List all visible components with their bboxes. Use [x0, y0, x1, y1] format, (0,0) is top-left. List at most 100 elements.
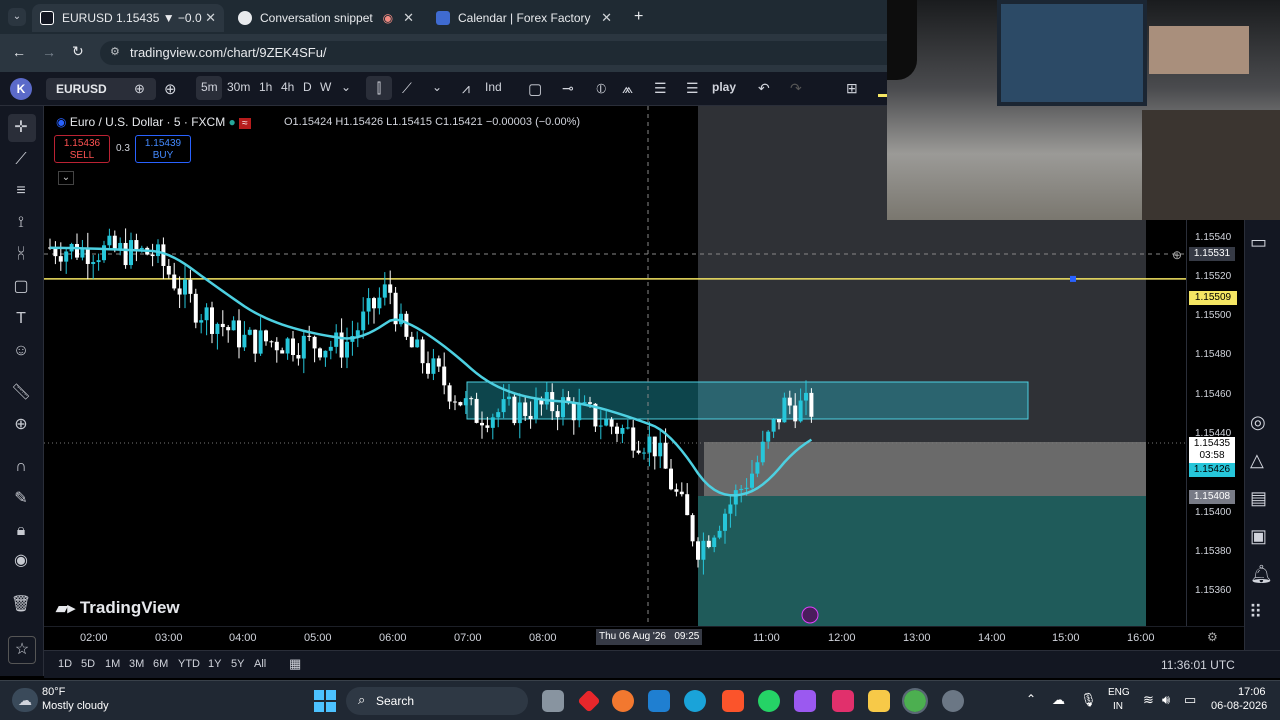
interval-w[interactable]: W: [320, 80, 331, 94]
pattern-tool-icon[interactable]: ⟟: [10, 212, 32, 234]
goto-date-icon[interactable]: ▦: [289, 656, 301, 672]
app-purple-icon[interactable]: [794, 690, 816, 712]
add-symbol-icon[interactable]: ⊕: [164, 80, 177, 98]
language-indicator[interactable]: ENG: [1108, 687, 1130, 698]
tab-eurusd[interactable]: EURUSD 1.15435 ▼ −0.08% Un ✕: [32, 4, 224, 32]
forward-button[interactable]: →: [42, 44, 56, 60]
sell-button[interactable]: 1.15436 SELL: [54, 135, 110, 163]
range-1d[interactable]: 1D: [58, 658, 72, 670]
tray-chevron-icon[interactable]: ⌃: [1026, 692, 1036, 706]
range-5d[interactable]: 5D: [81, 658, 95, 670]
trash-icon[interactable]: 🗑︎: [10, 594, 32, 616]
zoom-icon[interactable]: ⊕: [10, 414, 32, 436]
range-5y[interactable]: 5Y: [231, 658, 244, 670]
reload-button[interactable]: ↻: [72, 43, 84, 60]
replay-button[interactable]: play: [712, 80, 736, 94]
buy-button[interactable]: 1.15439 BUY: [135, 135, 191, 163]
url-field[interactable]: tradingview.com/chart/9ZEK4SFu/: [100, 41, 900, 65]
tab-calendar[interactable]: Calendar | Forex Factory ✕: [428, 4, 620, 32]
tab-list-button[interactable]: ⌄: [8, 8, 26, 26]
shapes-icon[interactable]: ▢: [10, 276, 32, 298]
weather-temp[interactable]: 80°F: [42, 686, 65, 698]
chevron-down-icon[interactable]: ⌄: [341, 80, 351, 94]
chevron-down-icon[interactable]: ⌄: [432, 80, 442, 94]
interval-d[interactable]: D: [303, 80, 312, 94]
region-indicator[interactable]: IN: [1113, 701, 1123, 712]
undo-icon[interactable]: ↶: [758, 80, 770, 97]
range-3m[interactable]: 3M: [129, 658, 144, 670]
draw-lock-icon[interactable]: ✎: [10, 488, 32, 510]
weather-desc[interactable]: Mostly cloudy: [42, 700, 109, 712]
forecast-icon[interactable]: ⩆: [10, 244, 32, 266]
interval-5m[interactable]: 5m: [201, 80, 218, 94]
settings-lines-icon[interactable]: ☰: [654, 80, 667, 97]
apps-grid-icon[interactable]: ⠿: [1249, 602, 1262, 623]
lock-icon[interactable]: 🔒︎: [10, 520, 32, 542]
favorites-star-icon[interactable]: ☆: [8, 636, 36, 664]
site-info-icon[interactable]: ⚙: [110, 45, 120, 58]
avatar[interactable]: K: [10, 78, 32, 100]
indicators-button[interactable]: Ind: [485, 80, 502, 94]
trendline-icon[interactable]: ⟋: [10, 149, 32, 171]
app-grey-icon[interactable]: [942, 690, 964, 712]
candles-icon[interactable]: ⫿: [366, 76, 392, 100]
task-view-icon[interactable]: [542, 690, 564, 712]
close-icon[interactable]: ✕: [601, 10, 612, 26]
news-icon[interactable]: ▣: [1250, 526, 1267, 547]
vertical-line-icon[interactable]: ⦶: [596, 80, 606, 97]
onedrive-icon[interactable]: ☁: [1052, 692, 1065, 708]
crosshair-icon[interactable]: ✛: [10, 117, 32, 139]
replay-icon[interactable]: ☰: [686, 80, 699, 97]
windows-start-icon[interactable]: [314, 690, 336, 712]
collapse-legend-icon[interactable]: ⌄: [58, 171, 74, 185]
pattern-icon[interactable]: ⩕: [622, 80, 633, 97]
layout-icon[interactable]: ⊞: [846, 80, 858, 97]
range-all[interactable]: All: [254, 658, 266, 670]
line-chart-icon[interactable]: ⟋: [402, 80, 412, 97]
fib-icon[interactable]: ≡: [10, 180, 32, 202]
rectangle-tool-icon[interactable]: ▢: [528, 80, 542, 98]
folder-icon[interactable]: [868, 690, 890, 712]
redo-icon[interactable]: ↷: [790, 80, 802, 97]
vscode-icon[interactable]: [648, 690, 670, 712]
battery-icon[interactable]: ▭: [1184, 692, 1196, 708]
volume-icon[interactable]: 🔊︎: [1162, 692, 1170, 708]
new-tab-button[interactable]: +: [634, 8, 643, 26]
wifi-icon[interactable]: ≋: [1143, 692, 1154, 708]
ideas-icon[interactable]: △: [1250, 450, 1264, 471]
mic-icon[interactable]: 🎙︎: [1080, 692, 1097, 708]
back-button[interactable]: ←: [12, 44, 26, 60]
magnet-icon[interactable]: ∩: [10, 456, 32, 478]
alert-bell-icon[interactable]: 🔔︎: [1250, 564, 1273, 585]
tab-conversation[interactable]: Conversation snippet ◉ ✕: [230, 4, 422, 32]
compare-icon[interactable]: ⊕: [134, 81, 145, 97]
utc-clock[interactable]: 11:36:01 UTC: [1161, 658, 1235, 672]
whatsapp-icon[interactable]: [758, 690, 780, 712]
weather-icon[interactable]: ☁: [12, 688, 38, 712]
chat-icon[interactable]: ▭: [1250, 232, 1267, 253]
range-1m[interactable]: 1M: [105, 658, 120, 670]
app-orange-icon[interactable]: [612, 690, 634, 712]
edge-icon[interactable]: [684, 690, 706, 712]
add-alert-icon[interactable]: ⊕: [1172, 248, 1182, 262]
chrome-icon[interactable]: [902, 688, 928, 714]
indicators-icon[interactable]: ⩘: [462, 80, 470, 97]
horizontal-line-icon[interactable]: ⊸: [562, 80, 574, 97]
range-1y[interactable]: 1Y: [208, 658, 221, 670]
taskbar-search[interactable]: Search: [346, 687, 528, 715]
brave-icon[interactable]: [722, 690, 744, 712]
close-icon[interactable]: ✕: [205, 10, 216, 26]
emoji-icon[interactable]: ☺: [10, 340, 32, 362]
axis-settings-icon[interactable]: ⚙: [1207, 630, 1218, 644]
close-icon[interactable]: ✕: [403, 10, 414, 26]
interval-4h[interactable]: 4h: [281, 80, 294, 94]
taskbar-time[interactable]: 17:06: [1238, 686, 1266, 698]
range-ytd[interactable]: YTD: [178, 658, 200, 670]
instagram-icon[interactable]: [832, 690, 854, 712]
taskbar-date[interactable]: 06-08-2026: [1211, 700, 1267, 712]
interval-30m[interactable]: 30m: [227, 80, 250, 94]
ruler-icon[interactable]: 📏︎: [10, 382, 32, 404]
range-6m[interactable]: 6M: [153, 658, 168, 670]
hotlist-icon[interactable]: ◎: [1250, 412, 1266, 433]
text-icon[interactable]: T: [10, 308, 32, 330]
